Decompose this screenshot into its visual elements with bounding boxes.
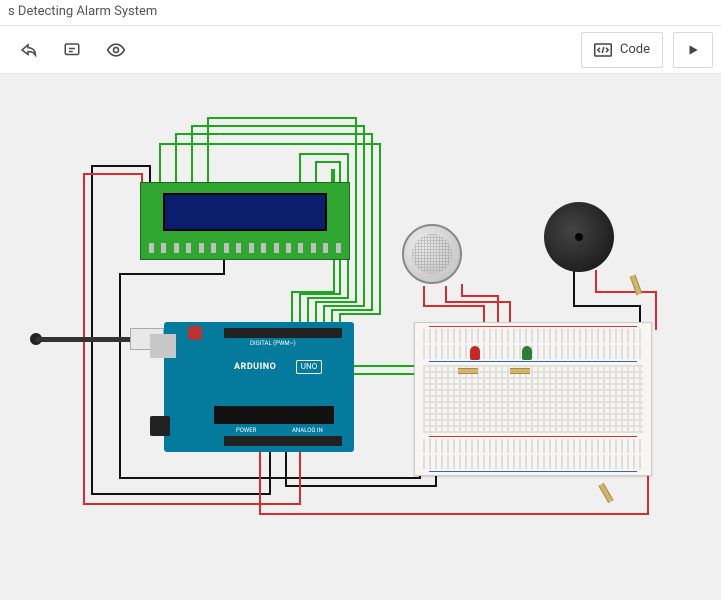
play-icon — [686, 43, 700, 57]
toolbar: Code — [0, 26, 721, 74]
usb-cable[interactable] — [36, 324, 164, 354]
usb-cable-line — [36, 337, 132, 342]
project-title: s Detecting Alarm System — [0, 0, 721, 26]
arduino-power-label: POWER — [236, 427, 256, 434]
resistor-piezo[interactable] — [630, 275, 642, 296]
arduino-brand-label: ARDUINO — [234, 362, 276, 372]
breadboard-terminal-grid[interactable] — [423, 365, 643, 433]
arduino-analog-label: ANALOG IN — [292, 427, 323, 434]
code-button[interactable]: Code — [581, 32, 663, 68]
arduino-digital-label: DIGITAL (PWM~) — [250, 340, 296, 347]
message-icon — [63, 41, 81, 59]
lcd-16x2[interactable] — [140, 182, 350, 260]
led-green[interactable] — [522, 346, 532, 360]
arduino-model-label: UNO — [296, 360, 322, 374]
arduino-uno[interactable]: ARDUINO UNO DIGITAL (PWM~) POWER ANALOG … — [164, 322, 354, 452]
arduino-mcu-chip — [214, 406, 334, 424]
resistor-led-red[interactable] — [458, 368, 478, 374]
piezo-hole — [575, 233, 583, 241]
resistor-bottom-right[interactable] — [598, 483, 613, 503]
lcd-pin-header — [149, 243, 341, 255]
resistor-led-green[interactable] — [510, 368, 530, 374]
circuit-canvas[interactable]: ARDUINO UNO DIGITAL (PWM~) POWER ANALOG … — [0, 74, 721, 600]
start-simulation-button[interactable] — [673, 32, 713, 68]
arduino-reset-button[interactable] — [188, 326, 202, 340]
arduino-usb-port — [150, 334, 176, 358]
gas-sensor[interactable] — [402, 224, 462, 284]
arduino-digital-header[interactable] — [224, 328, 342, 338]
lcd-screen — [163, 193, 327, 231]
gas-sensor-mesh — [412, 234, 452, 274]
piezo-buzzer[interactable] — [544, 202, 614, 272]
breadboard-rail-top-neg[interactable] — [423, 345, 643, 359]
breadboard-rail-bot-neg[interactable] — [423, 455, 643, 469]
breadboard-rail-bot-pos[interactable] — [423, 439, 643, 453]
code-button-label: Code — [620, 42, 650, 57]
arduino-power-analog-header[interactable] — [224, 436, 342, 446]
visibility-icon — [106, 40, 126, 60]
visibility-button[interactable] — [96, 32, 136, 68]
breadboard[interactable] — [414, 322, 652, 476]
breadboard-rail-top-pos[interactable] — [423, 329, 643, 343]
messages-button[interactable] — [52, 32, 92, 68]
share-icon — [19, 41, 37, 59]
led-red[interactable] — [470, 346, 480, 360]
arduino-barrel-jack — [150, 416, 170, 436]
code-brackets-icon — [594, 43, 612, 57]
share-button[interactable] — [8, 32, 48, 68]
